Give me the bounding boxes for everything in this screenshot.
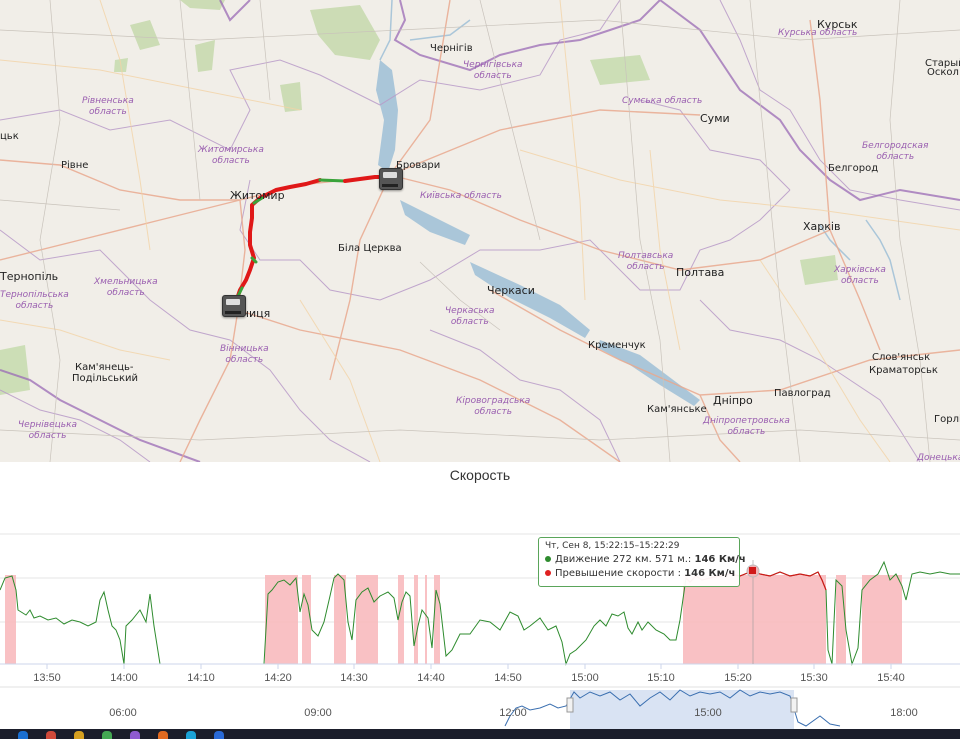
city-label: Дніпро (713, 394, 753, 407)
speeding-area (836, 575, 846, 664)
navigator-left-handle[interactable] (566, 697, 574, 713)
x-tick-label: 14:30 (340, 672, 368, 684)
tooltip-row-movement: Движение 272 км. 571 м.: 146 Км/ч (545, 553, 746, 567)
navigator-tick-label: 18:00 (890, 707, 918, 719)
speeding-area (265, 575, 298, 664)
region-label: Курська область (778, 28, 858, 38)
speeding-area (434, 575, 440, 664)
region-label: Чернівецька область (18, 420, 78, 441)
vehicle-end-marker-icon[interactable] (379, 168, 403, 190)
vehicle-start-marker-icon[interactable] (222, 295, 246, 317)
x-tick-label: 14:50 (494, 672, 522, 684)
region-label: Київська область (420, 191, 502, 201)
app-icon[interactable] (102, 731, 112, 739)
navigator-tick-label: 15:00 (694, 707, 722, 719)
navigator-tick-label: 06:00 (109, 707, 137, 719)
speeding-area (425, 575, 427, 664)
x-tick-label: 15:00 (571, 672, 599, 684)
city-label: Белгород (828, 163, 879, 174)
city-label: Кам'янець- (75, 362, 134, 373)
x-tick-label: 15:20 (724, 672, 752, 684)
speed-chart[interactable]: 13:50 14:00 14:10 14:20 14:30 14:40 14:50 15:00… (0, 530, 960, 686)
x-tick-label: 13:50 (33, 672, 61, 684)
region-label: Дніпропетровська область (703, 416, 790, 437)
speeding-area (5, 575, 16, 664)
x-tick-label: 14:40 (417, 672, 445, 684)
city-label: Оскол (927, 67, 959, 78)
speeding-areas (5, 575, 902, 664)
tooltip-row-speeding: Превышение скорости : 146 Км/ч (545, 567, 736, 581)
navigator-tick-label: 12:00 (499, 707, 527, 719)
city-label: Суми (700, 112, 730, 125)
viber-icon[interactable] (130, 731, 140, 739)
navigator[interactable]: 06:00 09:00 12:00 15:00 18:00 (0, 686, 960, 729)
navigator-background (0, 686, 960, 729)
app2-icon[interactable] (158, 731, 168, 739)
movement-dot-icon (545, 556, 551, 562)
city-label: Чернігів (430, 43, 473, 54)
region-label: Донецька (917, 453, 960, 462)
speeding-dot-icon (545, 570, 551, 576)
region-label: Полтавська область (618, 251, 674, 272)
browser-icon[interactable] (46, 731, 56, 739)
speeding-area (683, 575, 826, 664)
city-label: Тернопіль (0, 270, 59, 283)
x-tick-label: 15:30 (800, 672, 828, 684)
speeding-area (398, 575, 404, 664)
region-label: Вінницька область (220, 344, 269, 365)
city-label: Подільський (72, 373, 139, 384)
speeding-area (334, 575, 346, 664)
x-axis-labels: 13:50 14:00 14:10 14:20 14:30 14:40 14:50 15:00… (33, 664, 905, 684)
hover-marker (749, 567, 756, 574)
speeding-area (302, 575, 311, 664)
region-label: Житомирська область (198, 145, 264, 166)
x-tick-label: 15:40 (877, 672, 905, 684)
region-label: Сумська область (622, 96, 703, 106)
chart-tooltip: Чт, Сен 8, 15:22:15–15:22:29 Движение 27… (538, 537, 746, 587)
navigator-selected-range[interactable] (570, 690, 794, 729)
taskbar (0, 729, 960, 739)
region-label: Белгородская область (862, 141, 929, 162)
city-label: цьк (0, 131, 19, 142)
navigator-right-handle[interactable] (790, 697, 798, 713)
tooltip-movement-label: Движение 272 км. 571 м.: (555, 554, 695, 565)
app4-icon[interactable] (214, 731, 224, 739)
city-label: Біла Церква (338, 243, 402, 254)
tooltip-header: Чт, Сен 8, 15:22:15–15:22:29 (545, 541, 680, 551)
city-label: Черкаси (487, 284, 535, 297)
region-label: Рівненська область (82, 96, 134, 117)
x-tick-label: 15:10 (647, 672, 675, 684)
region-label: Кіровоградська область (456, 396, 531, 417)
map[interactable]: КурськСтарыйОсколЧернігівСумиБровариЖито… (0, 0, 960, 462)
tooltip-speeding-value: 146 Км/ч (684, 568, 736, 579)
x-tick-label: 14:20 (264, 672, 292, 684)
city-label: Кременчук (588, 340, 646, 351)
city-label: Горліє (934, 414, 960, 425)
speeding-area (414, 575, 418, 664)
city-label: Харків (803, 220, 841, 233)
x-tick-label: 14:10 (187, 672, 215, 684)
region-label: Хмельницька область (94, 277, 158, 298)
region-label: Черкаська область (445, 306, 495, 327)
files-icon[interactable] (74, 731, 84, 739)
speeding-area (862, 575, 902, 664)
navigator-tick-label: 09:00 (304, 707, 332, 719)
app3-icon[interactable] (186, 731, 196, 739)
region-label: Тернопільська область (0, 290, 69, 311)
chart-title: Скорость (449, 467, 511, 483)
region-label: Чернігівська область (463, 60, 523, 81)
x-tick-label: 14:00 (110, 672, 138, 684)
tooltip-movement-value: 146 Км/ч (694, 554, 746, 565)
city-label: Житомир (230, 189, 285, 202)
start-icon[interactable] (18, 731, 28, 739)
city-label: Полтава (676, 266, 725, 279)
region-label: Харківська область (834, 265, 886, 286)
city-label: Рівне (61, 160, 89, 171)
city-label: Кам'янське (647, 404, 707, 415)
city-label: Слов'янськ (872, 352, 931, 363)
city-label: Краматорськ (869, 365, 938, 376)
tooltip-speeding-label: Превышение скорости : (555, 568, 685, 579)
city-label: Павлоград (774, 388, 831, 399)
